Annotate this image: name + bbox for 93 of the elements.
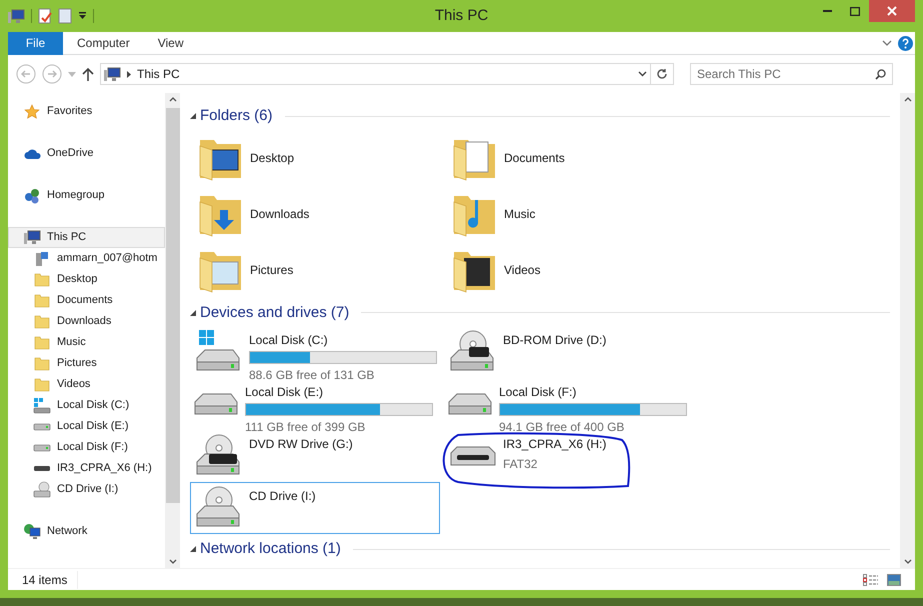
file-system: FAT32 xyxy=(503,456,538,473)
removable-drive-icon xyxy=(33,465,51,472)
drive-name: Local Disk (C:) xyxy=(249,332,329,349)
nav-item[interactable]: Homegroup xyxy=(8,185,165,206)
collapse-triangle-icon[interactable] xyxy=(190,310,196,316)
drive-icon xyxy=(193,392,239,416)
maximize-icon xyxy=(850,6,860,16)
collapse-triangle-icon[interactable] xyxy=(190,546,196,552)
folder-icon xyxy=(34,335,50,350)
folder-icon xyxy=(34,314,50,329)
scroll-down-icon[interactable] xyxy=(904,559,912,564)
file-tab[interactable]: File xyxy=(8,32,63,54)
section-heading[interactable]: Folders (6) xyxy=(200,105,273,128)
cloud-icon xyxy=(24,148,40,160)
drive-icon xyxy=(447,392,493,416)
large-icons-view-icon[interactable] xyxy=(887,574,901,586)
drive-name: Local Disk (F:) xyxy=(499,384,578,401)
help-icon[interactable] xyxy=(898,36,913,50)
nav-item[interactable]: IR3_CPRA_X6 (H:) xyxy=(8,458,165,479)
nav-item[interactable]: Documents xyxy=(8,290,165,311)
collapse-triangle-icon[interactable] xyxy=(190,113,196,120)
section-heading[interactable]: Devices and drives (7) xyxy=(200,302,350,324)
nav-item[interactable]: ammarn_007@hotm xyxy=(8,248,165,269)
folder-item[interactable]: Music xyxy=(444,186,698,242)
drive-name: Local Disk (E:) xyxy=(245,384,324,401)
star-icon xyxy=(24,104,40,120)
nav-item[interactable]: CD Drive (I:) xyxy=(8,479,165,500)
nav-item[interactable]: Downloads xyxy=(8,311,165,332)
folder-item[interactable]: Videos xyxy=(444,242,698,298)
refresh-icon xyxy=(656,68,668,80)
folder-icon xyxy=(34,293,50,308)
nav-item[interactable]: Network xyxy=(8,521,165,542)
details-view-icon[interactable] xyxy=(863,574,879,586)
scroll-up-icon[interactable] xyxy=(168,97,176,102)
expand-ribbon-icon[interactable] xyxy=(882,40,892,46)
nav-item[interactable]: Videos xyxy=(8,374,165,395)
nav-item[interactable]: Local Disk (C:) xyxy=(8,395,165,416)
dropdown-caret-icon[interactable] xyxy=(78,12,87,20)
folder-icon xyxy=(34,272,50,287)
homegroup-icon xyxy=(24,188,40,204)
ribbon-tab[interactable]: View xyxy=(144,32,198,54)
nav-item[interactable]: Desktop xyxy=(8,269,165,290)
folder-icon xyxy=(34,377,50,392)
scroll-up-icon[interactable] xyxy=(904,97,912,102)
nav-item[interactable]: This PC xyxy=(8,227,165,248)
scrollbar[interactable] xyxy=(165,93,180,568)
drive-name: IR3_CPRA_X6 (H:) xyxy=(503,436,606,453)
folder-item[interactable]: Pictures xyxy=(190,242,444,298)
folder-item[interactable]: Documents xyxy=(444,130,698,186)
properties-icon[interactable] xyxy=(38,8,52,24)
nav-item[interactable]: Music xyxy=(8,332,165,353)
drive-icon xyxy=(33,422,51,430)
breadcrumb-arrow-icon xyxy=(127,70,131,78)
up-arrow-icon[interactable] xyxy=(82,67,94,81)
drive-name: CD Drive (I:) xyxy=(249,488,316,505)
nav-item[interactable]: Pictures xyxy=(8,353,165,374)
folder-icon xyxy=(34,356,50,371)
search-field[interactable]: Search This PC xyxy=(690,63,893,85)
search-input[interactable]: Search This PC xyxy=(697,65,875,83)
folder-item[interactable]: Downloads xyxy=(190,186,444,242)
scroll-thumb[interactable] xyxy=(166,108,180,503)
folder-item[interactable]: Desktop xyxy=(190,130,444,186)
computer-icon xyxy=(104,66,121,82)
nav-item[interactable]: OneDrive xyxy=(8,143,165,164)
drive-item[interactable]: BD-ROM Drive (D:) xyxy=(444,326,698,378)
close-button[interactable] xyxy=(869,0,915,22)
search-icon xyxy=(875,68,886,80)
computer-icon xyxy=(24,230,40,245)
ribbon-tab[interactable]: Computer xyxy=(63,32,144,54)
nav-item[interactable]: Local Disk (E:) xyxy=(8,416,165,437)
close-icon xyxy=(887,6,897,16)
minimize-icon xyxy=(822,10,832,12)
nav-item[interactable]: Local Disk (F:) xyxy=(8,437,165,458)
section-heading[interactable]: Network locations (1) xyxy=(200,538,341,560)
item-count: 14 items xyxy=(22,570,78,588)
drive-icon xyxy=(33,444,51,452)
address-path[interactable]: This PC xyxy=(137,65,180,83)
user-folder-icon xyxy=(34,250,50,266)
refresh-button[interactable] xyxy=(650,63,674,85)
drive-name: DVD RW Drive (G:) xyxy=(249,436,353,453)
computer-icon xyxy=(8,8,25,24)
scrollbar[interactable] xyxy=(900,93,915,568)
nav-item[interactable]: Favorites xyxy=(8,101,165,122)
network-icon xyxy=(23,523,41,540)
drive-name: BD-ROM Drive (D:) xyxy=(503,332,606,349)
system-drive-icon xyxy=(33,398,51,414)
scroll-down-icon[interactable] xyxy=(168,559,176,564)
window-title: This PC xyxy=(434,6,488,26)
new-folder-icon[interactable] xyxy=(58,8,72,24)
drive-item[interactable]: CD Drive (I:) xyxy=(190,482,440,534)
disc-drive-icon xyxy=(33,481,51,498)
dropdown-caret-icon[interactable] xyxy=(638,71,647,77)
address-field[interactable]: This PC xyxy=(100,63,651,85)
